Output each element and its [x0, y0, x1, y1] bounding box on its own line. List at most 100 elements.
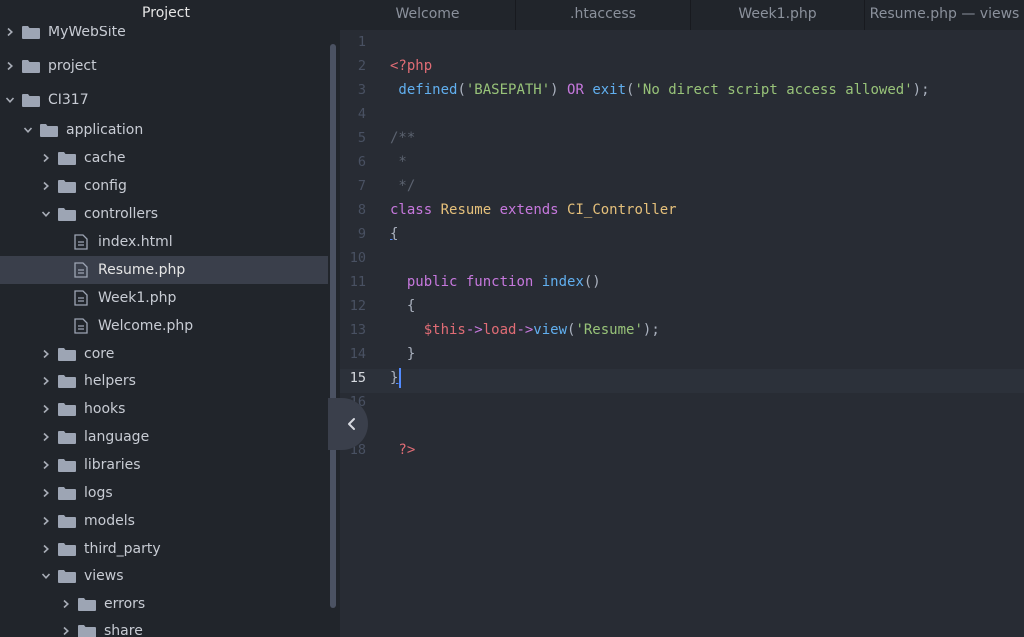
- code-line: 9{: [340, 222, 1024, 246]
- tree-file-welcome-php[interactable]: Welcome.php: [0, 312, 328, 340]
- tab-resume-views[interactable]: Resume.php — views: [865, 0, 1024, 30]
- chevron-right-icon[interactable]: [60, 596, 72, 612]
- tab-week1[interactable]: Week1.php: [691, 0, 865, 30]
- code-line: 3 defined('BASEPATH') OR exit('No direct…: [340, 78, 1024, 102]
- folder-icon: [78, 624, 96, 637]
- line-code: defined('BASEPATH') OR exit('No direct s…: [390, 78, 930, 102]
- line-code: }: [390, 342, 415, 366]
- chevron-right-icon[interactable]: [4, 58, 16, 74]
- tab-htaccess[interactable]: .htaccess: [516, 0, 691, 30]
- tree-folder-project[interactable]: project: [0, 52, 328, 80]
- chevron-right-icon[interactable]: [40, 346, 52, 362]
- tree-folder-helpers[interactable]: helpers: [0, 367, 328, 395]
- code-editor[interactable]: 1 2 <?php 3 defined('BASEPATH') OR exit('No…: [340, 30, 1024, 637]
- code-line: 7 */: [340, 174, 1024, 198]
- line-number: 1: [357, 34, 366, 50]
- tree-item-label: config: [84, 178, 127, 194]
- chevron-down-icon[interactable]: [22, 122, 34, 138]
- chevron-right-icon[interactable]: [40, 485, 52, 501]
- tree-folder-logs[interactable]: logs: [0, 479, 328, 507]
- line-number: 6: [357, 154, 366, 170]
- line-code: {: [390, 222, 398, 246]
- tree-file-resume-php[interactable]: Resume.php: [0, 256, 328, 284]
- folder-icon: [58, 514, 76, 528]
- tree-item-label: language: [84, 429, 150, 445]
- tree-folder-language[interactable]: language: [0, 423, 328, 451]
- code-line: 1: [340, 30, 1024, 54]
- tree-item-label: models: [84, 513, 135, 529]
- code-token: {: [390, 298, 416, 314]
- code-token: ->: [516, 322, 534, 338]
- code-token: ): [550, 82, 568, 98]
- tree-item-label: core: [84, 346, 115, 362]
- tree-item-label: project: [48, 58, 97, 74]
- chevron-right-icon[interactable]: [4, 24, 16, 40]
- tree-scrollbar[interactable]: [330, 44, 336, 608]
- line-code: *: [390, 150, 406, 174]
- folder-icon: [58, 374, 76, 388]
- tree-file-week1-php[interactable]: Week1.php: [0, 284, 328, 312]
- chevron-down-icon[interactable]: [4, 92, 16, 108]
- tree-file-index-html[interactable]: index.html: [0, 228, 328, 256]
- code-token: {: [390, 226, 399, 242]
- tree-item-label: cache: [84, 150, 126, 166]
- line-number: 11: [349, 274, 366, 290]
- line-number: 8: [357, 202, 366, 218]
- tab-welcome[interactable]: Welcome: [340, 0, 516, 30]
- code-line: 17: [340, 414, 1024, 438]
- code-token: CI_Controller: [558, 202, 677, 218]
- tree-folder-models[interactable]: models: [0, 507, 328, 535]
- line-code: */: [390, 174, 415, 198]
- chevron-down-icon[interactable]: [40, 568, 52, 584]
- line-number: 2: [357, 58, 366, 74]
- tree-item-label: Week1.php: [98, 290, 177, 306]
- folder-icon: [22, 25, 40, 39]
- chevron-right-icon[interactable]: [40, 457, 52, 473]
- tree-folder-cache[interactable]: cache: [0, 144, 328, 172]
- chevron-down-icon[interactable]: [40, 206, 52, 222]
- code-line: 14 }: [340, 342, 1024, 366]
- chevron-right-icon[interactable]: [40, 429, 52, 445]
- code-token: OR: [567, 82, 584, 98]
- line-number: 3: [357, 82, 366, 98]
- chevron-right-icon[interactable]: [60, 623, 72, 637]
- tree-folder-core[interactable]: core: [0, 340, 328, 368]
- chevron-right-icon[interactable]: [40, 373, 52, 389]
- chevron-right-icon[interactable]: [40, 150, 52, 166]
- chevron-right-icon[interactable]: [40, 513, 52, 529]
- chevron-right-icon[interactable]: [40, 178, 52, 194]
- code-token: );: [912, 82, 930, 98]
- code-line: 18 ?>: [340, 438, 1024, 462]
- tree-folder-third-party[interactable]: third_party: [0, 535, 328, 563]
- code-token: ->: [465, 322, 483, 338]
- code-token: Resume: [432, 202, 492, 218]
- code-line: 13 $this->load->view('Resume');: [340, 318, 1024, 342]
- folder-icon: [58, 402, 76, 416]
- code-token: view: [533, 322, 568, 338]
- tree-folder-errors[interactable]: errors: [0, 590, 328, 618]
- tree-folder-ci317[interactable]: CI317: [0, 86, 328, 114]
- line-number: 15: [349, 370, 366, 386]
- line-number: 14: [349, 346, 366, 362]
- file-tree: MyWebSite project CI317 application cache con…: [0, 0, 332, 637]
- folder-icon: [22, 93, 40, 107]
- folder-icon: [40, 123, 58, 137]
- folder-icon: [22, 59, 40, 73]
- tree-folder-libraries[interactable]: libraries: [0, 451, 328, 479]
- tree-folder-application[interactable]: application: [0, 116, 328, 144]
- tree-folder-share[interactable]: share: [0, 617, 328, 637]
- chevron-right-icon[interactable]: [40, 401, 52, 417]
- code-line: 10: [340, 246, 1024, 270]
- code-token: }: [390, 370, 399, 386]
- line-number: 4: [357, 106, 366, 122]
- folder-icon: [58, 486, 76, 500]
- tree-item-label: libraries: [84, 457, 141, 473]
- chevron-right-icon[interactable]: [40, 541, 52, 557]
- tree-folder-hooks[interactable]: hooks: [0, 395, 328, 423]
- tree-folder-config[interactable]: config: [0, 172, 328, 200]
- tree-folder-controllers[interactable]: controllers: [0, 200, 328, 228]
- code-line: 11 public function index(): [340, 270, 1024, 294]
- tree-folder-views[interactable]: views: [0, 562, 328, 590]
- code-line: 5 /**: [340, 126, 1024, 150]
- code-token: );: [642, 322, 660, 338]
